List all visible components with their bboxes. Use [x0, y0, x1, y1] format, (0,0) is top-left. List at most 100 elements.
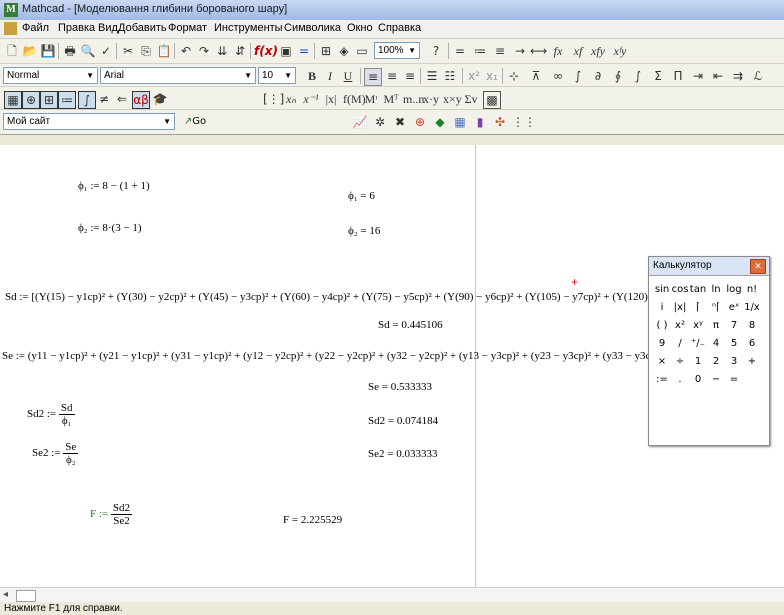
graph-xy-icon[interactable]: 📈 — [352, 114, 368, 130]
limit-minus-icon[interactable]: ⇉ — [730, 68, 746, 84]
greek-palette-icon[interactable]: αβ — [132, 91, 150, 109]
menu-format[interactable]: Формат — [168, 22, 207, 34]
se2-result[interactable]: Se2 = 0.033333 — [368, 448, 437, 460]
calculator-key[interactable]: 8 — [743, 317, 761, 335]
resource-center-icon[interactable]: ⊞ — [318, 43, 334, 59]
calculator-key[interactable]: 4 — [707, 335, 725, 353]
sd-result[interactable]: Sd = 0.445106 — [378, 319, 443, 331]
calculator-key[interactable]: 7 — [725, 317, 743, 335]
programming-palette-icon[interactable]: ⇐ — [114, 91, 130, 107]
calculator-key[interactable]: ( ) — [653, 317, 671, 335]
menu-edit[interactable]: Правка — [58, 22, 95, 34]
align-left-icon[interactable]: ≡ — [364, 68, 382, 86]
bar-chart-icon[interactable]: ▮ — [472, 114, 488, 130]
print-icon[interactable]: 🖶 — [62, 43, 78, 59]
cut-icon[interactable]: ✂ — [120, 43, 136, 59]
phi1-definition[interactable]: ϕ₁ := 8 − (1 + 1) — [78, 180, 150, 192]
limit-plus-icon[interactable]: ⇤ — [710, 68, 726, 84]
horizontal-scrollbar[interactable]: ◂ — [0, 587, 784, 603]
calculator-key[interactable]: ⌈ — [689, 299, 707, 317]
bullets-icon[interactable]: ☰ — [424, 68, 440, 84]
transpose-icon[interactable]: Mᵀ — [383, 91, 399, 107]
se-definition[interactable]: Se := (y11 − y1cp)² + (y21 − y1cp)² + (y… — [2, 350, 712, 362]
calculator-key[interactable]: π — [707, 317, 725, 335]
menu-view[interactable]: Вид — [98, 22, 118, 34]
calculator-key[interactable]: / — [671, 335, 689, 353]
calculator-key[interactable]: 3 — [725, 353, 743, 371]
range-icon[interactable]: m..n — [403, 91, 424, 107]
subscript-x-icon[interactable]: xₙ — [283, 91, 299, 107]
limit-icon[interactable]: ⇥ — [690, 68, 706, 84]
infinity-icon[interactable]: ∞ — [550, 68, 566, 84]
global-define-icon[interactable]: ≡ — [492, 43, 508, 59]
font-size-select[interactable]: 10 ▼ — [258, 67, 296, 84]
font-select[interactable]: Arial ▼ — [100, 67, 256, 84]
save-icon[interactable]: 💾 — [40, 43, 56, 59]
product-icon[interactable]: Π — [670, 68, 686, 84]
symbolic-palette-icon[interactable]: 🎓 — [152, 91, 168, 107]
scroll-thumb[interactable] — [16, 590, 36, 602]
numbering-icon[interactable]: ☷ — [442, 68, 458, 84]
define-icon[interactable]: ≔ — [472, 43, 488, 59]
help-icon[interactable]: ? — [428, 43, 444, 59]
zoom-select[interactable]: 100% ▼ — [374, 42, 420, 59]
calculator-key[interactable]: log — [725, 281, 743, 299]
calculator-key[interactable]: + — [743, 353, 761, 371]
boolean-palette-icon[interactable]: ≠ — [96, 91, 112, 107]
redo-icon[interactable]: ↷ — [196, 43, 212, 59]
inverse-icon[interactable]: x⁻¹ — [303, 91, 319, 107]
summation-icon[interactable]: Σ — [650, 68, 666, 84]
fx-icon[interactable]: fx — [550, 43, 566, 59]
scroll-left-icon[interactable]: ◂ — [3, 589, 8, 600]
window-icon[interactable]: ▭ — [354, 43, 370, 59]
calculator-key[interactable]: = — [725, 371, 743, 389]
align-right-icon[interactable]: ≡ — [402, 68, 418, 84]
calculator-key[interactable]: − — [707, 371, 725, 389]
open-folder-icon[interactable]: 📂 — [22, 43, 38, 59]
align-center-icon[interactable]: ≡ — [384, 68, 400, 84]
undo-icon[interactable]: ↶ — [178, 43, 194, 59]
calculator-key[interactable]: cos — [671, 281, 689, 299]
web-site-select[interactable]: Мой сайт ▼ — [3, 113, 175, 130]
calculator-key[interactable]: . — [671, 371, 689, 389]
go-button[interactable]: ↗Go — [180, 114, 210, 130]
calculator-title-bar[interactable]: Калькулятор ✕ — [649, 257, 769, 276]
print-preview-icon[interactable]: 🔍 — [80, 43, 96, 59]
spell-check-icon[interactable]: ✓ — [98, 43, 114, 59]
polar-plot-icon[interactable]: ✲ — [372, 114, 388, 130]
3d-scatter-icon[interactable]: ◆ — [432, 114, 448, 130]
contour-plot-icon[interactable]: ⊕ — [412, 114, 428, 130]
sd2-result[interactable]: Sd2 = 0.074184 — [368, 415, 438, 427]
menu-symbolics[interactable]: Символика — [284, 22, 341, 34]
close-icon[interactable]: ✕ — [750, 259, 766, 274]
phi2-result[interactable]: ϕ₂ = 16 — [348, 225, 380, 237]
se2-definition[interactable]: Se2 := Se ϕ₂ — [32, 441, 79, 466]
vector-sum-icon[interactable]: Σv — [463, 91, 479, 107]
vectorize-icon[interactable]: f(M) — [343, 91, 366, 107]
dot-product-icon[interactable]: x·y — [423, 91, 439, 107]
sd2-definition[interactable]: Sd2 := Sd ϕ₁ — [27, 402, 75, 427]
calculator-key[interactable]: 9 — [653, 335, 671, 353]
menu-help[interactable]: Справка — [378, 22, 421, 34]
calculate-icon[interactable]: = — [296, 43, 312, 59]
se-result[interactable]: Se = 0.533333 — [368, 381, 432, 393]
cross-product-icon[interactable]: x×y — [443, 91, 462, 107]
superscript-icon[interactable]: x² — [466, 68, 482, 84]
f-definition[interactable]: F := Sd2 Se2 — [90, 502, 133, 527]
calculator-key[interactable]: ⁺∕₋ — [689, 335, 707, 353]
calculator-key[interactable]: 1/x — [743, 299, 761, 317]
calculus-palette-icon[interactable]: ∫ — [78, 91, 96, 109]
integral-icon[interactable]: ∫ — [570, 68, 586, 84]
algebra-icon[interactable]: ⊼ — [528, 68, 544, 84]
calculator-key[interactable]: ÷ — [671, 353, 689, 371]
calculator-key[interactable]: := — [653, 371, 671, 389]
calculator-key[interactable]: 0 — [689, 371, 707, 389]
plot-wizard-icon[interactable]: ⋮⋮ — [512, 114, 536, 130]
double-arrow-icon[interactable]: ⟷ — [530, 43, 547, 59]
picture-icon[interactable]: ▩ — [483, 91, 501, 109]
subscript-icon[interactable]: x₁ — [484, 68, 500, 84]
calculator-key[interactable]: sin — [653, 281, 671, 299]
phi2-definition[interactable]: ϕ₂ := 8·(3 − 1) — [78, 222, 142, 234]
align-vertical-icon[interactable]: ⇵ — [232, 43, 248, 59]
calculator-key[interactable]: tan — [689, 281, 707, 299]
